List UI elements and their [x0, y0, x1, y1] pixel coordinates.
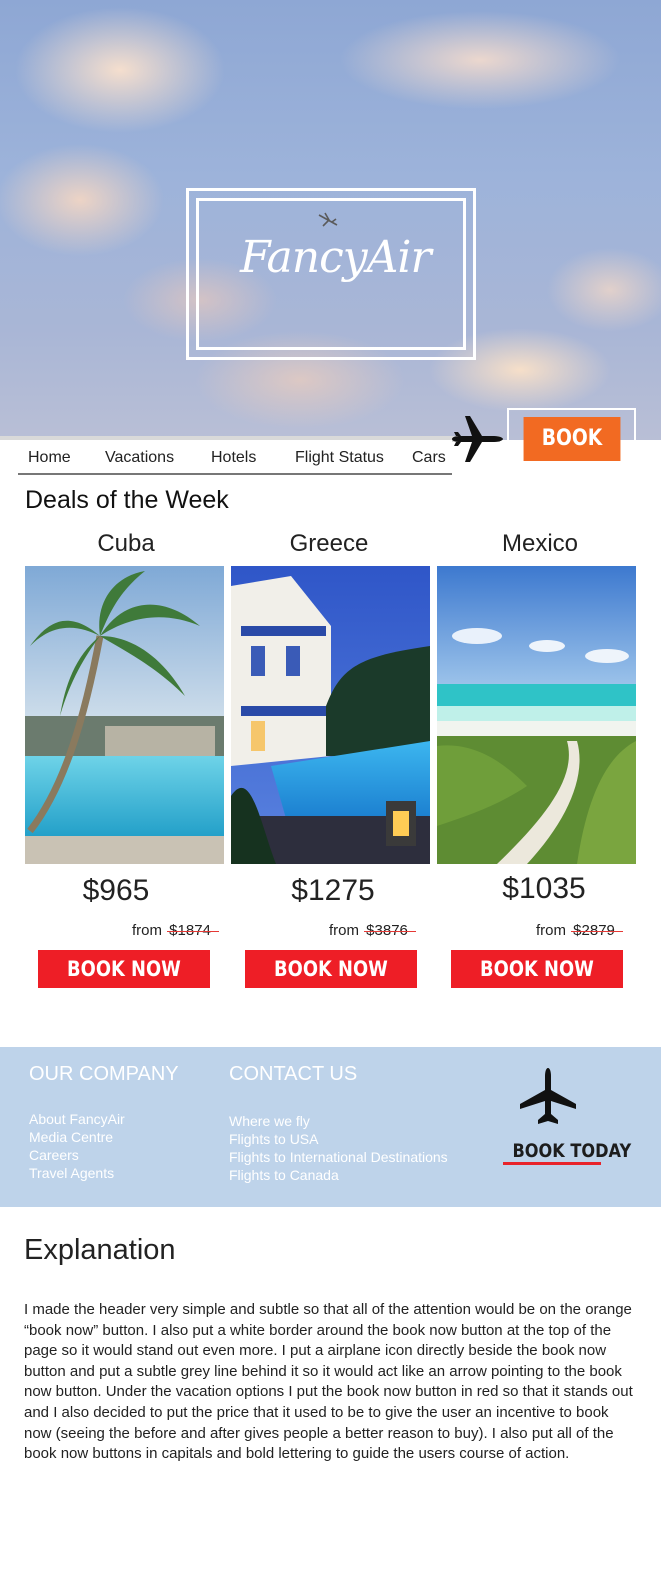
nav-underline: [18, 473, 452, 475]
footer-link-canada[interactable]: Flights to Canada: [229, 1167, 339, 1183]
logo-plane-icon: [318, 212, 338, 227]
deal-name-greece: Greece: [289, 530, 369, 557]
book-now-label: BOOK NOW: [480, 957, 594, 981]
book-now-header-button[interactable]: BOOK NOW: [523, 417, 621, 495]
deal-photo-greece[interactable]: [231, 566, 430, 864]
book-today-label: BOOK TODAY: [512, 1140, 632, 1162]
deal-from-mexico: from $2879: [536, 922, 615, 939]
footer-link-media[interactable]: Media Centre: [29, 1129, 113, 1145]
book-now-mexico-button[interactable]: BOOK NOW: [451, 950, 623, 988]
deal-from-greece: from $3876: [329, 922, 408, 939]
from-label: from: [329, 922, 359, 939]
footer-company-heading: OUR COMPANY: [29, 1063, 179, 1085]
nav-item-flight-status[interactable]: Flight Status: [295, 449, 384, 467]
book-now-cuba-button[interactable]: BOOK NOW: [38, 950, 210, 988]
footer-link-international[interactable]: Flights to International Destinations: [229, 1149, 448, 1165]
footer-link-careers[interactable]: Careers: [29, 1147, 79, 1163]
book-now-greece-button[interactable]: BOOK NOW: [245, 950, 417, 988]
explanation-body: I made the header very simple and subtle…: [24, 1301, 633, 1463]
airplane-icon: [452, 416, 503, 462]
footer-contact-heading: CONTACT US: [229, 1063, 358, 1085]
deals-title: Deals of the Week: [25, 486, 229, 514]
deal-name-mexico: Mexico: [501, 530, 579, 557]
deal-price-cuba: $965: [82, 874, 150, 907]
deal-price-mexico: $1035: [502, 872, 586, 905]
deal-name-cuba: Cuba: [97, 530, 155, 557]
footer-link-usa[interactable]: Flights to USA: [229, 1131, 318, 1147]
old-price: $1874: [169, 922, 211, 939]
logo[interactable]: FancyAir: [240, 232, 432, 283]
book-now-label: BOOK NOW: [67, 957, 181, 981]
book-now-label: BOOK NOW: [274, 957, 388, 981]
footer-link-about[interactable]: About FancyAir: [29, 1111, 125, 1127]
from-label: from: [132, 922, 162, 939]
nav-item-vacations[interactable]: Vacations: [105, 449, 174, 467]
from-label: from: [536, 922, 566, 939]
deal-from-cuba: from $1874: [132, 922, 211, 939]
old-price: $3876: [366, 922, 408, 939]
nav-item-hotels[interactable]: Hotels: [211, 449, 256, 467]
nav-item-cars[interactable]: Cars: [412, 449, 446, 467]
footer-link-where-we-fly[interactable]: Where we fly: [229, 1113, 310, 1129]
footer-link-travel-agents[interactable]: Travel Agents: [29, 1165, 114, 1181]
deal-price-greece: $1275: [291, 874, 375, 907]
deal-photo-mexico[interactable]: [437, 566, 636, 864]
deal-photo-cuba[interactable]: [25, 566, 224, 864]
airplane-up-icon: [520, 1068, 576, 1124]
explanation-title: Explanation: [24, 1234, 176, 1266]
book-today-underline: [503, 1162, 601, 1165]
old-price: $2879: [573, 922, 615, 939]
nav-item-home[interactable]: Home: [28, 449, 71, 467]
